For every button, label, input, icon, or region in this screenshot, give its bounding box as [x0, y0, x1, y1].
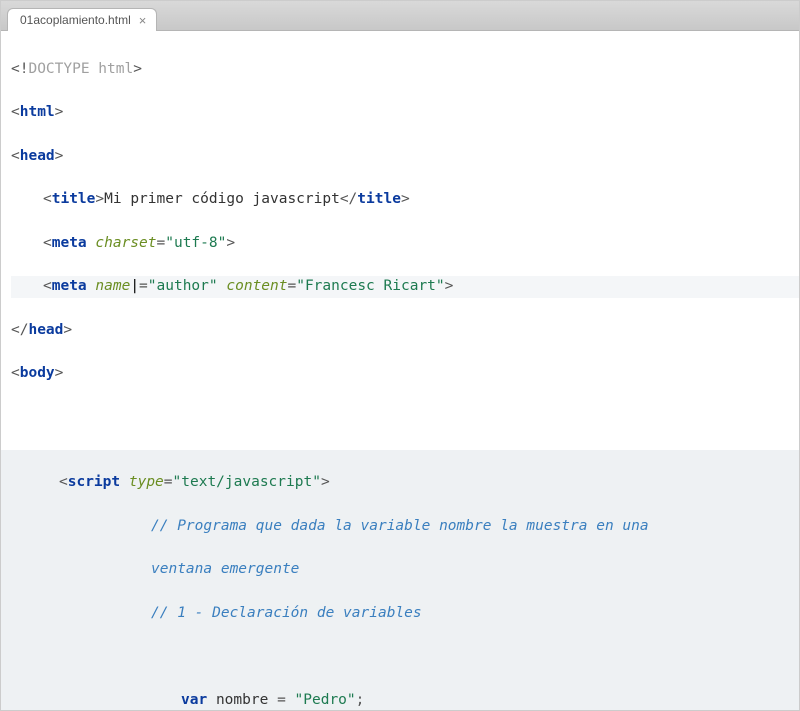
code-line [11, 407, 799, 429]
script-block: <script type="text/javascript"> // Progr… [1, 450, 799, 710]
code-line: // Programa que dada la variable nombre … [11, 516, 799, 538]
code-line: <!DOCTYPE html> [11, 59, 799, 81]
code-line: <head> [11, 146, 799, 168]
code-line: var nombre = "Pedro"; [11, 690, 799, 711]
code-line: <body> [11, 363, 799, 385]
code-line: <meta name|="author" content="Francesc R… [11, 276, 799, 298]
code-line: // 1 - Declaración de variables [11, 603, 799, 625]
code-line [11, 646, 799, 668]
code-editor[interactable]: <!DOCTYPE html> <html> <head> <title>Mi … [1, 31, 799, 710]
code-line: ventana emergente [11, 559, 799, 581]
code-line: </head> [11, 320, 799, 342]
tab-title: 01acoplamiento.html [20, 13, 131, 27]
code-line: <html> [11, 102, 799, 124]
code-line: <title>Mi primer código javascript</titl… [11, 189, 799, 211]
code-line: <script type="text/javascript"> [11, 472, 799, 494]
close-icon[interactable]: × [139, 14, 147, 27]
tab-bar: 01acoplamiento.html × [1, 1, 799, 31]
code-line: <meta charset="utf-8"> [11, 233, 799, 255]
editor-tab[interactable]: 01acoplamiento.html × [7, 8, 157, 31]
